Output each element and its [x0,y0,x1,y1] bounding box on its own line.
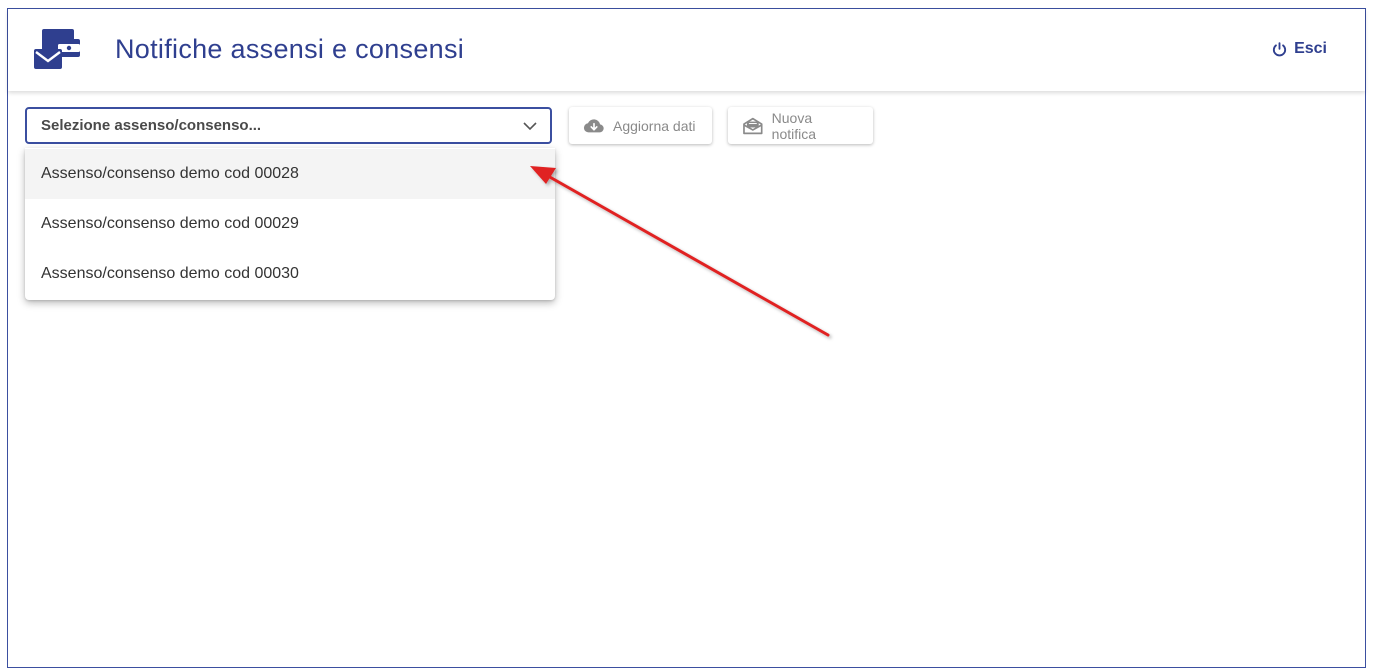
cloud-download-icon [583,118,604,132]
chevron-down-icon [523,121,537,130]
envelope-open-icon [743,117,763,134]
new-notification-button[interactable]: Nuova notifica [728,107,873,144]
dropdown-option-00028[interactable]: Assenso/consenso demo cod 00028 [25,149,555,199]
refresh-data-button[interactable]: Aggiorna dati [569,107,712,144]
power-icon [1273,41,1287,56]
new-notification-label: Nuova notifica [771,109,817,142]
app-header: Notifiche assensi e consensi Esci [8,9,1365,91]
assenso-select[interactable]: Selezione assenso/consenso... [25,107,552,144]
assenso-dropdown-menu: Assenso/consenso demo cod 00028 Assenso/… [25,148,555,300]
logout-label: Esci [1294,40,1327,57]
page-title: Notifiche assensi e consensi [115,34,465,64]
envelope-wallet-icon [34,29,80,69]
dropdown-option-00030[interactable]: Assenso/consenso demo cod 00030 [25,249,555,299]
logout-button[interactable]: Esci [1271,40,1327,58]
app-frame: Notifiche assensi e consensi Esci Selezi… [7,8,1366,668]
refresh-data-label: Aggiorna dati [613,117,696,134]
select-placeholder: Selezione assenso/consenso... [41,117,262,134]
dropdown-option-00029[interactable]: Assenso/consenso demo cod 00029 [25,199,555,249]
toolbar: Selezione assenso/consenso... Aggiorna d… [25,107,873,144]
